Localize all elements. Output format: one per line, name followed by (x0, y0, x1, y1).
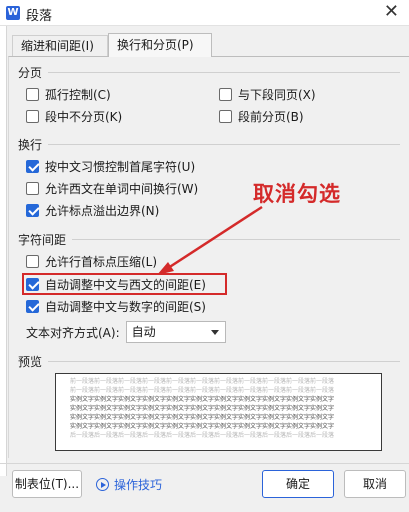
preview-line-sample: 实例文字实例文字实例文字实例文字实例文字实例文字实例文字实例文字实例文字实例文字… (70, 423, 335, 430)
option-auto-space-cjk-number[interactable]: 自动调整中文与数字的间距(S) (26, 297, 206, 315)
option-label: 与下段同页(X) (238, 87, 316, 102)
checkbox[interactable] (26, 87, 39, 101)
option-label: 孤行控制(C) (45, 87, 111, 102)
option-punctuation-overflow[interactable]: 允许标点溢出边界(N) (26, 201, 159, 219)
option-western-word-wrap[interactable]: 允许西文在单词中间换行(W) (26, 179, 198, 197)
text-alignment-select[interactable]: 自动 (125, 321, 226, 343)
option-label: 允许西文在单词中间换行(W) (45, 181, 199, 196)
checkbox-checked[interactable] (26, 299, 39, 313)
checkbox-checked[interactable] (26, 203, 39, 217)
section-divider (48, 144, 400, 145)
tips-label: 操作技巧 (114, 478, 163, 492)
section-title-pagination: 分页 (18, 66, 43, 80)
option-label: 允许行首标点压缩(L) (45, 254, 158, 269)
option-widow-control[interactable]: 孤行控制(C) (26, 85, 111, 103)
section-title-line-break: 换行 (18, 138, 43, 152)
checkbox[interactable] (26, 109, 39, 123)
annotation-text: 取消勾选 (253, 182, 341, 206)
option-label: 按中文习惯控制首尾字符(U) (45, 159, 196, 174)
checkbox[interactable] (26, 181, 39, 195)
text-alignment-value: 自动 (131, 325, 156, 339)
section-divider (48, 72, 400, 73)
section-divider (48, 361, 400, 362)
tab-indent-spacing[interactable]: 缩进和间距(I) (12, 35, 108, 57)
ok-button[interactable]: 确定 (262, 470, 334, 498)
option-keep-with-next[interactable]: 与下段同页(X) (219, 85, 316, 103)
section-title-preview: 预览 (18, 355, 43, 369)
close-icon[interactable]: ✕ (384, 2, 399, 22)
option-page-break-before[interactable]: 段前分页(B) (219, 107, 304, 125)
checkbox[interactable] (219, 109, 232, 123)
option-label: 自动调整中文与数字的间距(S) (45, 299, 206, 314)
tab-line-page-break[interactable]: 换行和分页(P) (108, 33, 212, 57)
wps-writer-icon: W (6, 6, 20, 20)
option-chinese-first-last-char[interactable]: 按中文习惯控制首尾字符(U) (26, 157, 195, 175)
chevron-down-icon (210, 330, 219, 335)
tips-link[interactable]: 操作技巧 (96, 476, 162, 493)
option-label: 允许标点溢出边界(N) (45, 203, 160, 218)
checkbox[interactable] (26, 254, 39, 268)
play-icon (96, 478, 109, 491)
title-bar: W 段落 ✕ (0, 0, 409, 26)
cancel-button[interactable]: 取消 (344, 470, 406, 498)
option-label: 段中不分页(K) (45, 109, 123, 124)
preview-line-sample: 实例文字实例文字实例文字实例文字实例文字实例文字实例文字实例文字实例文字实例文字… (70, 396, 335, 403)
preview-line-next: 后一段落后一段落后一段落后一段落后一段落后一段落后一段落后一段落后一段落后一段落… (70, 432, 335, 439)
preview-line-previous: 前一段落前一段落前一段落前一段落前一段落前一段落前一段落前一段落前一段落前一段落… (70, 387, 335, 394)
preview-line-previous: 前一段落前一段落前一段落前一段落前一段落前一段落前一段落前一段落前一段落前一段落… (70, 378, 335, 385)
option-keep-lines-together[interactable]: 段中不分页(K) (26, 107, 122, 125)
text-alignment-row: 文本对齐方式(A): 自动 (26, 321, 226, 343)
text-alignment-label: 文本对齐方式(A): (26, 325, 120, 340)
annotation-highlight-box (22, 273, 227, 295)
preview-line-sample: 实例文字实例文字实例文字实例文字实例文字实例文字实例文字实例文字实例文字实例文字… (70, 405, 335, 412)
option-line-start-punct-compress[interactable]: 允许行首标点压缩(L) (26, 252, 157, 270)
footer-divider (0, 463, 409, 464)
tab-stops-button[interactable]: 制表位(T)... (12, 470, 82, 498)
section-divider (72, 239, 400, 240)
checkbox[interactable] (219, 87, 232, 101)
dialog-title: 段落 (26, 9, 53, 24)
option-label: 段前分页(B) (238, 109, 304, 124)
background-document-strip (0, 26, 7, 476)
preview-box: 前一段落前一段落前一段落前一段落前一段落前一段落前一段落前一段落前一段落前一段落… (55, 373, 382, 451)
section-title-char-spacing: 字符间距 (18, 233, 67, 247)
preview-line-sample: 实例文字实例文字实例文字实例文字实例文字实例文字实例文字实例文字实例文字实例文字… (70, 414, 335, 421)
checkbox-checked[interactable] (26, 159, 39, 173)
